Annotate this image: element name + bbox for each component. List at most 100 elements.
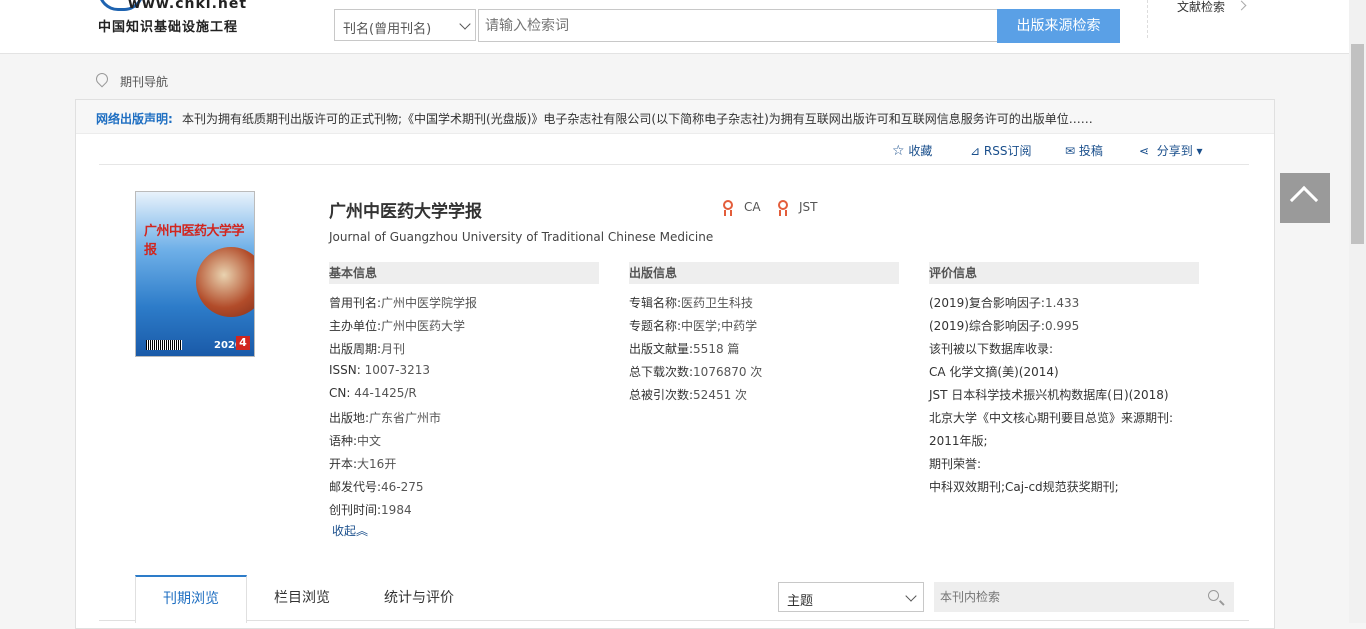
publish-value: 医药卫生科技	[681, 296, 754, 310]
basic-key: ISSN:	[329, 363, 361, 377]
basic-value: 中文	[357, 434, 382, 448]
impact-factor-value: 0.995	[1044, 319, 1080, 333]
basic-row: 主办单位:广州中医药大学	[329, 317, 465, 334]
basic-value: 广州中医学院学报	[381, 296, 478, 310]
database-jst: JST 日本科学技术振兴机构数据库(日)(2018)	[929, 388, 1169, 402]
literature-search-link[interactable]: 文献检索	[1177, 0, 1225, 15]
database-label: 该刊被以下数据库收录:	[929, 342, 1054, 356]
award-icon	[778, 200, 788, 210]
chevron-down-icon	[905, 590, 917, 602]
logo-tagline: 中国知识基础设施工程	[98, 20, 239, 35]
basic-value: 1984	[381, 503, 412, 517]
tab-column-browse[interactable]: 栏目浏览	[274, 587, 330, 607]
publish-row: 总下载次数:1076870 次	[629, 363, 762, 380]
filter-select-label: 主题	[787, 594, 814, 609]
core-journal-label: 北京大学《中文核心期刊要目总览》来源期刊:	[929, 411, 1174, 425]
location-pin-icon	[93, 70, 111, 88]
search-input[interactable]	[479, 10, 997, 41]
evaluation-info-heading: 评价信息	[929, 262, 1199, 284]
honors-label: 期刊荣誉:	[929, 457, 982, 471]
submit-label: 投稿	[1078, 144, 1103, 158]
share-button[interactable]: ⋖ 分享到 ▾	[1139, 142, 1203, 159]
tabs-divider	[99, 620, 1249, 621]
basic-value: 月刊	[381, 342, 406, 356]
publish-key: 总被引次数:	[629, 388, 694, 402]
basic-key: 语种:	[329, 434, 358, 448]
header-divider	[1147, 0, 1148, 38]
publish-value: 中医学;中药学	[681, 319, 758, 333]
basic-value: 广州中医药大学	[381, 319, 466, 333]
search-button[interactable]: 出版来源检索	[997, 9, 1120, 43]
publish-key: 出版文献量:	[629, 342, 694, 356]
publish-key: 总下载次数:	[629, 365, 694, 379]
badge-ca[interactable]: CA	[744, 200, 761, 214]
submit-button[interactable]: ✉ 投稿	[1065, 142, 1103, 159]
collapse-link[interactable]: 收起︽	[332, 522, 368, 539]
award-ribbon-icon	[724, 210, 732, 216]
journal-title: 广州中医药大学学报	[329, 202, 482, 222]
publish-value: 5518 篇	[693, 342, 740, 356]
basic-value: 46-275	[381, 480, 424, 494]
basic-row: ISSN: 1007-3213	[329, 363, 430, 377]
basic-value: 1007-3213	[364, 363, 431, 377]
publish-value: 52451 次	[693, 388, 748, 402]
basic-row: 创刊时间:1984	[329, 501, 412, 518]
basic-key: 开本:	[329, 457, 358, 471]
search-type-label: 刊名(曾用刊名)	[343, 22, 432, 37]
core-journal-value: 2011年版;	[929, 434, 988, 448]
cover-issue: 4	[236, 336, 250, 350]
honors-value: 中科双效期刊;Caj-cd规范获奖期刊;	[929, 480, 1119, 494]
mail-icon: ✉	[1065, 144, 1076, 158]
basic-row: 开本:大16开	[329, 455, 396, 472]
impact-factor-value: 1.433	[1044, 296, 1080, 310]
scrollbar-thumb[interactable]	[1351, 44, 1364, 244]
action-divider	[99, 164, 1249, 165]
search-type-select[interactable]: 刊名(曾用刊名)	[334, 9, 476, 41]
cover-photo	[196, 247, 254, 317]
basic-key: 邮发代号:	[329, 480, 382, 494]
database-ca: CA 化学文摘(美)(2014)	[929, 365, 1059, 379]
filter-select[interactable]: 主题	[778, 582, 924, 612]
search-input-wrap[interactable]	[478, 9, 998, 42]
badge-jst[interactable]: JST	[799, 200, 818, 214]
logo-url[interactable]: www.cnki.net	[128, 0, 247, 12]
basic-row: 语种:中文	[329, 432, 381, 449]
tab-statistics[interactable]: 统计与评价	[384, 587, 454, 607]
share-label: 分享到 ▾	[1156, 144, 1203, 158]
publish-row: 总被引次数:52451 次	[629, 386, 747, 403]
in-journal-search[interactable]	[934, 582, 1234, 612]
basic-row: CN: 44-1425/R	[329, 386, 417, 400]
notice-text: 本刊为拥有纸质期刊出版许可的正式刊物;《中国学术期刊(光盘版)》电子杂志社有限公…	[182, 112, 1093, 126]
publish-row: 专辑名称:医药卫生科技	[629, 294, 753, 311]
basic-row: 出版周期:月刊	[329, 340, 405, 357]
publish-row: 专题名称:中医学;中药学	[629, 317, 757, 334]
chevron-down-icon	[459, 18, 471, 30]
impact-factor-row: (2019)复合影响因子:1.433	[929, 294, 1079, 311]
publish-row: 出版文献量:5518 篇	[629, 340, 739, 357]
search-icon[interactable]	[1208, 590, 1219, 601]
favorite-button[interactable]: ☆ 收藏	[892, 142, 932, 159]
rss-icon: ⊿	[970, 144, 981, 158]
basic-key: 出版地:	[329, 411, 370, 425]
basic-value: 广东省广州市	[369, 411, 442, 425]
basic-row: 邮发代号:46-275	[329, 478, 424, 495]
award-ribbon-icon	[779, 210, 787, 216]
breadcrumb[interactable]: 期刊导航	[120, 73, 168, 90]
basic-key: CN:	[329, 386, 351, 400]
cover-barcode	[146, 340, 182, 350]
publish-key: 专辑名称:	[629, 296, 682, 310]
basic-key: 出版周期:	[329, 342, 382, 356]
basic-value: 大16开	[357, 457, 397, 471]
basic-row: 出版地:广东省广州市	[329, 409, 441, 426]
basic-key: 曾用刊名:	[329, 296, 382, 310]
star-icon: ☆	[892, 143, 905, 159]
share-icon: ⋖	[1139, 144, 1150, 158]
journal-cover-image[interactable]: 广州中医药大学学报 2020 4	[135, 191, 255, 357]
notice-title: 网络出版声明:	[96, 112, 173, 126]
in-journal-search-input[interactable]	[934, 582, 1206, 612]
publish-key: 专题名称:	[629, 319, 682, 333]
impact-factor-label: (2019)复合影响因子:	[929, 296, 1045, 310]
tab-issue-browse[interactable]: 刊期浏览	[135, 575, 247, 623]
rss-button[interactable]: ⊿ RSS订阅	[970, 142, 1031, 159]
publish-value: 1076870 次	[693, 365, 763, 379]
